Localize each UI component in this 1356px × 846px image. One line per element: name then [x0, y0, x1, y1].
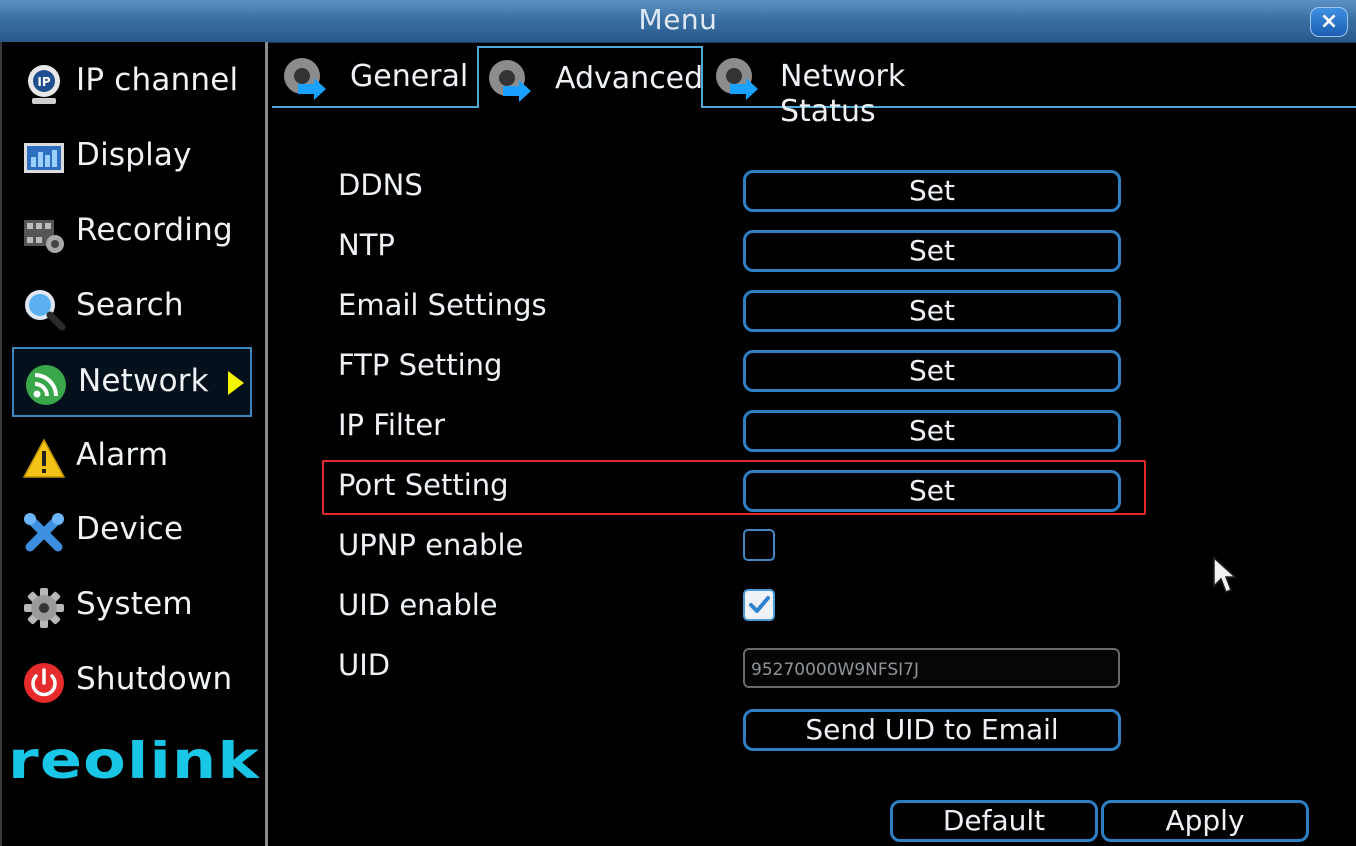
sidebar-item-display[interactable]: Display — [12, 123, 252, 193]
sidebar-item-device[interactable]: Device — [12, 497, 252, 567]
title-bar: Menu × — [0, 0, 1356, 43]
sidebar-item-shutdown[interactable]: Shutdown — [12, 647, 252, 717]
port-setting-highlight — [322, 460, 1146, 515]
svg-text:IP: IP — [37, 75, 50, 89]
uid-label: UID — [338, 648, 391, 682]
ddns-set-button[interactable]: Set — [743, 170, 1121, 212]
ftp-setting-set-button[interactable]: Set — [743, 350, 1121, 392]
ddns-label: DDNS — [338, 168, 423, 202]
reolink-logo: reolink — [8, 740, 260, 790]
uid-enable-checkbox[interactable] — [743, 589, 775, 621]
gear-arrow-icon — [284, 58, 326, 100]
tab-advanced[interactable]: Advanced — [477, 46, 703, 108]
ip-camera-icon: IP — [28, 65, 60, 104]
sidebar-item-network[interactable]: Network — [12, 347, 252, 417]
sidebar-item-label: Display — [76, 137, 192, 173]
tab-network-status[interactable]: Network Status — [706, 46, 1006, 129]
shutdown-icon — [24, 663, 64, 703]
sidebar-item-label: IP channel — [76, 62, 239, 98]
sidebar-item-alarm[interactable]: Alarm — [12, 423, 252, 493]
tab-label: General — [350, 59, 469, 94]
arrow-right-icon — [228, 371, 244, 395]
email-settings-set-button[interactable]: Set — [743, 290, 1121, 332]
ntp-label: NTP — [338, 228, 395, 262]
close-button[interactable]: × — [1310, 7, 1348, 37]
sidebar-item-label: Device — [76, 511, 184, 547]
uid-enable-label: UID enable — [338, 588, 498, 622]
recording-icon — [24, 220, 64, 253]
sidebar: IP IP channel Display Recording Search N… — [0, 42, 268, 846]
svg-text:reolink: reolink — [8, 740, 260, 790]
network-icon — [26, 365, 66, 405]
device-icon — [24, 513, 64, 552]
ip-filter-label: IP Filter — [338, 408, 446, 442]
close-icon: × — [1319, 9, 1339, 34]
tab-label: Network Status — [780, 59, 906, 129]
default-button[interactable]: Default — [890, 800, 1098, 842]
sidebar-item-label: System — [76, 586, 193, 622]
sidebar-item-label: Alarm — [76, 437, 169, 473]
checkmark-icon — [749, 596, 770, 613]
mouse-cursor-icon — [1213, 556, 1237, 593]
apply-button[interactable]: Apply — [1101, 800, 1309, 842]
ftp-setting-label: FTP Setting — [338, 348, 503, 382]
uid-field[interactable]: 95270000W9NFSI7J — [743, 648, 1120, 688]
gear-arrow-icon — [489, 60, 531, 102]
email-settings-label: Email Settings — [338, 288, 547, 322]
tab-general[interactable]: General — [274, 46, 476, 108]
alarm-icon — [22, 438, 66, 478]
display-icon — [24, 143, 64, 173]
upnp-enable-label: UPNP enable — [338, 528, 524, 562]
sidebar-item-system[interactable]: System — [12, 572, 252, 642]
tab-label: Advanced — [555, 61, 704, 96]
sidebar-item-search[interactable]: Search — [12, 273, 252, 343]
system-icon — [24, 588, 64, 628]
send-uid-to-email-button[interactable]: Send UID to Email — [743, 709, 1121, 751]
sidebar-item-label: Search — [76, 287, 184, 323]
ntp-set-button[interactable]: Set — [743, 230, 1121, 272]
sidebar-item-label: Recording — [76, 212, 233, 248]
upnp-enable-checkbox[interactable] — [743, 529, 775, 561]
sidebar-item-label: Shutdown — [76, 661, 233, 697]
sidebar-item-recording[interactable]: Recording — [12, 198, 252, 268]
ip-filter-set-button[interactable]: Set — [743, 410, 1121, 452]
search-icon — [25, 290, 66, 331]
window-title: Menu — [638, 3, 718, 36]
sidebar-item-label: Network — [78, 363, 209, 399]
gear-arrow-icon — [716, 58, 758, 100]
sidebar-item-ip-channel[interactable]: IP IP channel — [12, 48, 252, 118]
